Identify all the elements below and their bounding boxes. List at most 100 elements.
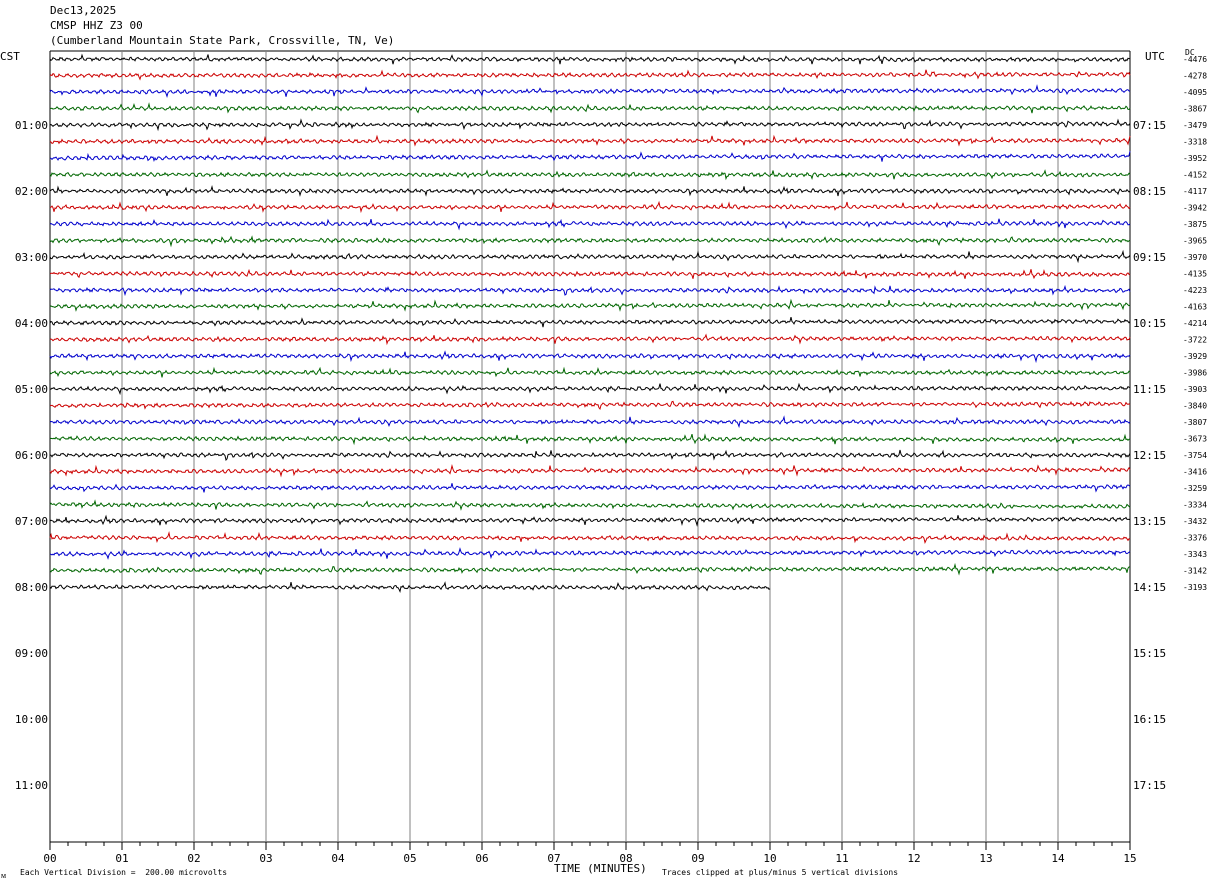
- right-hour-label: 13:15: [1133, 515, 1166, 528]
- seismic-trace: [49, 185, 1131, 197]
- dc-offset-label: -4117: [1183, 187, 1207, 196]
- seismic-trace: [49, 200, 1131, 214]
- dc-offset-label: -3334: [1183, 501, 1207, 510]
- left-hour-label: 01:00: [15, 119, 48, 132]
- dc-offset-label: -4214: [1183, 319, 1207, 328]
- trace-group: [49, 53, 1131, 593]
- left-hour-label: 11:00: [15, 779, 48, 792]
- x-tick-label: 03: [259, 852, 272, 865]
- seismic-trace: [49, 366, 1131, 378]
- dc-offset-label: -3673: [1183, 435, 1207, 444]
- left-hour-label: 09:00: [15, 647, 48, 660]
- seismic-trace: [49, 268, 1131, 280]
- dc-offset-label: -3875: [1183, 220, 1207, 229]
- seismic-trace: [49, 84, 1131, 99]
- seismic-trace: [49, 284, 1131, 297]
- seismic-trace: [49, 382, 1131, 396]
- x-tick-label: 10: [763, 852, 776, 865]
- right-hour-label: 08:15: [1133, 185, 1166, 198]
- x-tick-label: 14: [1051, 852, 1065, 865]
- dc-offset-label: -3952: [1183, 154, 1207, 163]
- seismic-trace: [49, 134, 1131, 147]
- dc-offset-label: -3867: [1183, 105, 1207, 114]
- dc-offset-label: -3193: [1183, 583, 1207, 592]
- right-hour-label: 07:15: [1133, 119, 1166, 132]
- seismic-trace: [49, 463, 1131, 478]
- x-tick-label: 12: [907, 852, 920, 865]
- dc-offset-label: -3318: [1183, 138, 1207, 147]
- seismic-trace: [49, 415, 1131, 429]
- x-tick-label: 15: [1123, 852, 1136, 865]
- seismic-trace: [49, 433, 1131, 446]
- dc-offset-label: -3840: [1183, 402, 1207, 411]
- seismic-trace: [49, 298, 1131, 312]
- dc-offset-label: -4476: [1183, 55, 1207, 64]
- seismic-trace: [49, 499, 1131, 511]
- dc-offset-label: -3479: [1183, 121, 1207, 130]
- x-tick-label: 00: [43, 852, 56, 865]
- seismic-trace: [49, 69, 1131, 81]
- left-hour-label: 05:00: [15, 383, 48, 396]
- left-hour-label: 03:00: [15, 251, 48, 264]
- dc-offset-label: -3259: [1183, 484, 1207, 493]
- dc-offset-label: -3965: [1183, 237, 1207, 246]
- x-tick-label: 13: [979, 852, 992, 865]
- right-hour-label: 11:15: [1133, 383, 1166, 396]
- seismic-trace: [49, 249, 1131, 264]
- dc-offset-label: -3432: [1183, 517, 1207, 526]
- left-hour-label: 08:00: [15, 581, 48, 594]
- seismic-trace: [49, 150, 1131, 163]
- dc-offset-label: -4152: [1183, 171, 1207, 180]
- right-hour-label: 15:15: [1133, 647, 1166, 660]
- seismic-trace: [49, 547, 1131, 560]
- dc-offset-label: -3942: [1183, 204, 1207, 213]
- left-hour-label: 04:00: [15, 317, 48, 330]
- dc-offset-label: -3807: [1183, 418, 1207, 427]
- seismic-trace: [49, 218, 1131, 231]
- seismic-trace: [49, 53, 1131, 65]
- dc-offset-label: -3929: [1183, 352, 1207, 361]
- plot-grid: [49, 50, 1131, 843]
- seismic-trace: [49, 235, 1131, 248]
- seismic-trace: [49, 400, 1131, 411]
- right-hour-label: 16:15: [1133, 713, 1166, 726]
- dc-offset-label: -3416: [1183, 468, 1207, 477]
- x-tick-label: 08: [619, 852, 632, 865]
- dc-offset-label: -4135: [1183, 270, 1207, 279]
- x-tick-label: 02: [187, 852, 200, 865]
- right-hour-label: 12:15: [1133, 449, 1166, 462]
- x-tick-label: 05: [403, 852, 416, 865]
- left-hour-label: 02:00: [15, 185, 48, 198]
- left-hour-label: 07:00: [15, 515, 48, 528]
- seismic-trace: [49, 316, 1131, 328]
- seismogram-plot: 00 01 02 03 04 05 06 07 08 09 10 11 12 13 14 15 01:00 02:…: [15, 50, 1207, 865]
- x-tick-label: 11: [835, 852, 848, 865]
- right-hour-label: 17:15: [1133, 779, 1166, 792]
- seismic-trace: [49, 562, 1131, 576]
- dc-offset-label: -3903: [1183, 385, 1207, 394]
- dc-offset-label: -3722: [1183, 336, 1207, 345]
- seismic-trace: [49, 531, 1131, 544]
- dc-offset-label: -3754: [1183, 451, 1207, 460]
- seismic-trace: [49, 333, 1131, 346]
- left-hour-label: 10:00: [15, 713, 48, 726]
- seismic-trace: [49, 102, 1131, 114]
- dc-offset-label: -3376: [1183, 534, 1207, 543]
- dc-offset-label: -3986: [1183, 369, 1207, 378]
- x-tick-label: 04: [331, 852, 345, 865]
- x-tick-label: 06: [475, 852, 488, 865]
- seismic-trace: [49, 449, 1131, 462]
- dc-offset-label: -4095: [1183, 88, 1207, 97]
- x-tick-label: 01: [115, 852, 128, 865]
- dc-offset-label: -4163: [1183, 303, 1207, 312]
- dc-offset-label: -4223: [1183, 286, 1207, 295]
- dc-offset-label: -3343: [1183, 550, 1207, 559]
- right-hour-label: 14:15: [1133, 581, 1166, 594]
- right-hour-label: 09:15: [1133, 251, 1166, 264]
- x-tick-label: 07: [547, 852, 560, 865]
- x-tick-label: 09: [691, 852, 704, 865]
- dc-offset-label: -3142: [1183, 567, 1207, 576]
- right-hour-label: 10:15: [1133, 317, 1166, 330]
- dc-offset-label: -4278: [1183, 72, 1207, 81]
- seismic-trace: [49, 514, 1131, 527]
